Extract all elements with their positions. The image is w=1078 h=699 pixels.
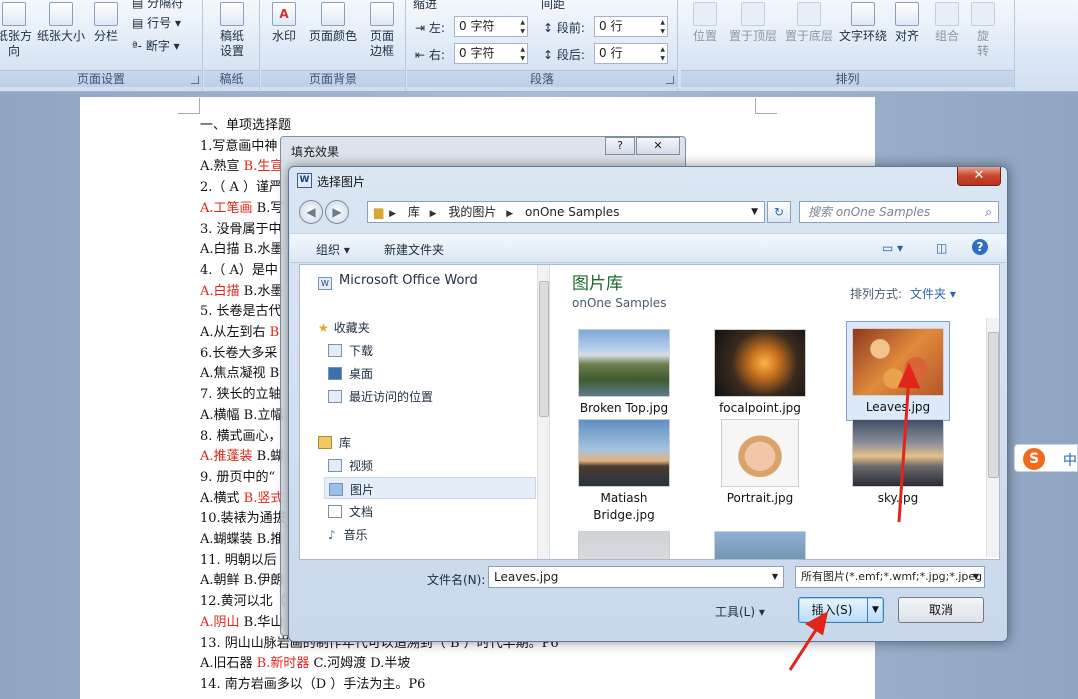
- arrowhead-insert: [805, 611, 829, 636]
- arrow-to-leaves: [897, 375, 911, 523]
- arrowhead-leaves: [897, 362, 921, 389]
- annotation-arrows: [788, 362, 921, 671]
